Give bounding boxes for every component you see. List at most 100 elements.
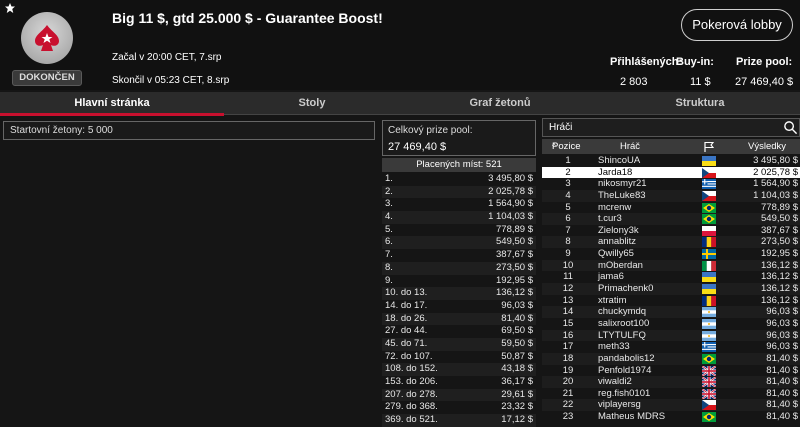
player-result: 2 025,78 $ xyxy=(753,166,798,178)
country-flag-icon xyxy=(702,260,716,271)
player-result: 81,40 $ xyxy=(766,364,798,376)
payout-place: 6. xyxy=(385,236,393,248)
player-position: 16 xyxy=(562,329,574,341)
country-flag-icon xyxy=(702,179,716,190)
paid-places-header: Placených míst: 521 xyxy=(382,158,536,172)
player-position: 5 xyxy=(565,201,571,213)
player-result: 96,03 $ xyxy=(766,306,798,318)
tab-tables[interactable]: Stoly xyxy=(224,92,400,114)
player-row[interactable]: 4 TheLuke83 1 104,03 $ xyxy=(542,189,800,202)
player-row[interactable]: 1 ShincoUA 3 495,80 $ xyxy=(542,155,800,167)
player-row[interactable]: 18 pandabolis12 81,40 $ xyxy=(542,352,800,365)
payout-amount: 273,50 $ xyxy=(496,261,533,273)
player-row[interactable]: 17 meth33 96,03 $ xyxy=(542,341,800,353)
pokerstars-logo xyxy=(21,12,73,64)
start-time: Začal v 20:00 CET, 7.srp xyxy=(112,52,222,63)
buyin-value: 11 $ xyxy=(690,76,711,88)
player-result: 81,40 $ xyxy=(766,399,798,411)
payout-amount: 29,61 $ xyxy=(501,388,533,400)
poker-lobby-button[interactable]: Pokerová lobby xyxy=(681,9,793,41)
player-row[interactable]: 9 Qwilly65 192,95 $ xyxy=(542,248,800,260)
player-row[interactable]: 14 chuckymdq 96,03 $ xyxy=(542,306,800,318)
player-row[interactable]: 2 Jarda18 2 025,78 $ xyxy=(542,166,800,179)
country-flag-icon xyxy=(702,202,716,213)
player-position: 14 xyxy=(562,306,574,318)
payout-amount: 1 564,90 $ xyxy=(488,198,533,210)
player-row[interactable]: 10 mOberdan 136,12 $ xyxy=(542,259,800,272)
country-flag-icon xyxy=(701,376,717,388)
country-flag-icon xyxy=(702,318,716,329)
registered-label: Přihlášených: xyxy=(610,56,683,68)
tab-structure[interactable]: Struktura xyxy=(600,92,800,114)
player-name: pandabolis12 xyxy=(598,352,655,364)
col-player[interactable]: Hráč xyxy=(620,139,640,154)
player-position: 20 xyxy=(562,376,574,388)
player-name: salixroot100 xyxy=(598,317,650,329)
player-row[interactable]: 11 jama6 136,12 $ xyxy=(542,271,800,283)
player-result: 778,89 $ xyxy=(761,201,798,213)
player-name: chuckymdq xyxy=(598,306,647,318)
player-name: viplayersg xyxy=(598,399,641,411)
payout-amount: 1 104,03 $ xyxy=(488,211,533,223)
player-row[interactable]: 6 t.cur3 549,50 $ xyxy=(542,213,800,225)
payout-place: 8. xyxy=(385,261,393,273)
player-row[interactable]: 21 reg.fish0101 81,40 $ xyxy=(542,388,800,400)
player-row[interactable]: 5 mcrenw 778,89 $ xyxy=(542,202,800,214)
player-position: 23 xyxy=(562,411,574,423)
player-position: 7 xyxy=(565,224,571,236)
player-result: 96,03 $ xyxy=(766,341,798,353)
player-position: 19 xyxy=(562,364,574,376)
starting-chips: Startovní žetony: 5 000 xyxy=(3,121,375,140)
payout-place: 153. do 206. xyxy=(385,376,438,387)
player-row[interactable]: 16 LTYTULFQ 96,03 $ xyxy=(542,329,800,342)
player-row[interactable]: 15 salixroot100 96,03 $ xyxy=(542,318,800,330)
player-row[interactable]: 12 Primachenk0 136,12 $ xyxy=(542,283,800,295)
country-flag-icon xyxy=(702,225,716,236)
player-row[interactable]: 13 xtratim 136,12 $ xyxy=(542,295,800,307)
player-name: mOberdan xyxy=(598,259,643,271)
player-row[interactable]: 22 viplayersg 81,40 $ xyxy=(542,399,800,412)
player-result: 1 564,90 $ xyxy=(753,178,798,190)
payout-row: 5. 778,89 $ xyxy=(382,224,536,237)
player-row[interactable]: 7 Zielony3k 387,67 $ xyxy=(542,225,800,237)
buyin-label: Buy-in: xyxy=(676,56,714,68)
players-search[interactable]: Hráči xyxy=(542,118,800,137)
player-position: 22 xyxy=(562,399,574,411)
payout-row: 27. do 44. 69,50 $ xyxy=(382,325,536,338)
country-flag-icon xyxy=(702,307,716,318)
payout-place: 72. do 107. xyxy=(385,350,433,362)
player-row[interactable]: 8 annablitz 273,50 $ xyxy=(542,236,800,249)
payout-row: 72. do 107. 50,87 $ xyxy=(382,351,536,364)
country-flag-icon xyxy=(701,387,717,400)
payout-row: 207. do 278. 29,61 $ xyxy=(382,388,536,402)
col-results[interactable]: Výsledky xyxy=(748,139,786,154)
player-position: 9 xyxy=(565,248,571,260)
player-position: 6 xyxy=(565,213,571,225)
player-row[interactable]: 20 viwaldi2 81,40 $ xyxy=(542,376,800,388)
payout-amount: 2 025,78 $ xyxy=(488,185,533,197)
player-row[interactable]: 3 nikosmyr21 1 564,90 $ xyxy=(542,178,800,190)
player-name: nikosmyr21 xyxy=(598,178,647,190)
end-time: Skončil v 05:23 CET, 8.srp xyxy=(112,75,230,86)
payout-place: 10. do 13. xyxy=(385,287,428,299)
player-name: meth33 xyxy=(598,341,630,353)
payout-amount: 96,03 $ xyxy=(501,299,533,311)
payout-row: 1. 3 495,80 $ xyxy=(382,173,536,186)
payout-amount: 50,87 $ xyxy=(501,350,533,362)
tab-chip-graph[interactable]: Graf žetonů xyxy=(400,92,600,114)
payout-row: 7. 387,67 $ xyxy=(382,249,536,262)
player-name: t.cur3 xyxy=(598,213,622,225)
player-row[interactable]: 23 Matheus MDRS 81,40 $ xyxy=(542,411,800,423)
country-flag-icon xyxy=(702,353,716,364)
player-result: 549,50 $ xyxy=(761,213,798,225)
tab-main[interactable]: Hlavní stránka xyxy=(0,92,224,114)
player-row[interactable]: 19 Penfold1974 81,40 $ xyxy=(542,365,800,377)
payout-list[interactable]: 1. 3 495,80 $ 2. 2 025,78 $ 3. 1 564,90 $ 4. 1 … xyxy=(382,173,536,427)
search-icon[interactable] xyxy=(783,120,798,135)
player-position: 1 xyxy=(565,155,571,166)
col-flag[interactable] xyxy=(703,139,715,156)
sort-asc-icon: ^ xyxy=(552,142,556,151)
player-position: 2 xyxy=(565,166,571,178)
payout-amount: 387,67 $ xyxy=(496,249,533,261)
favorite-star-icon[interactable] xyxy=(4,2,16,14)
